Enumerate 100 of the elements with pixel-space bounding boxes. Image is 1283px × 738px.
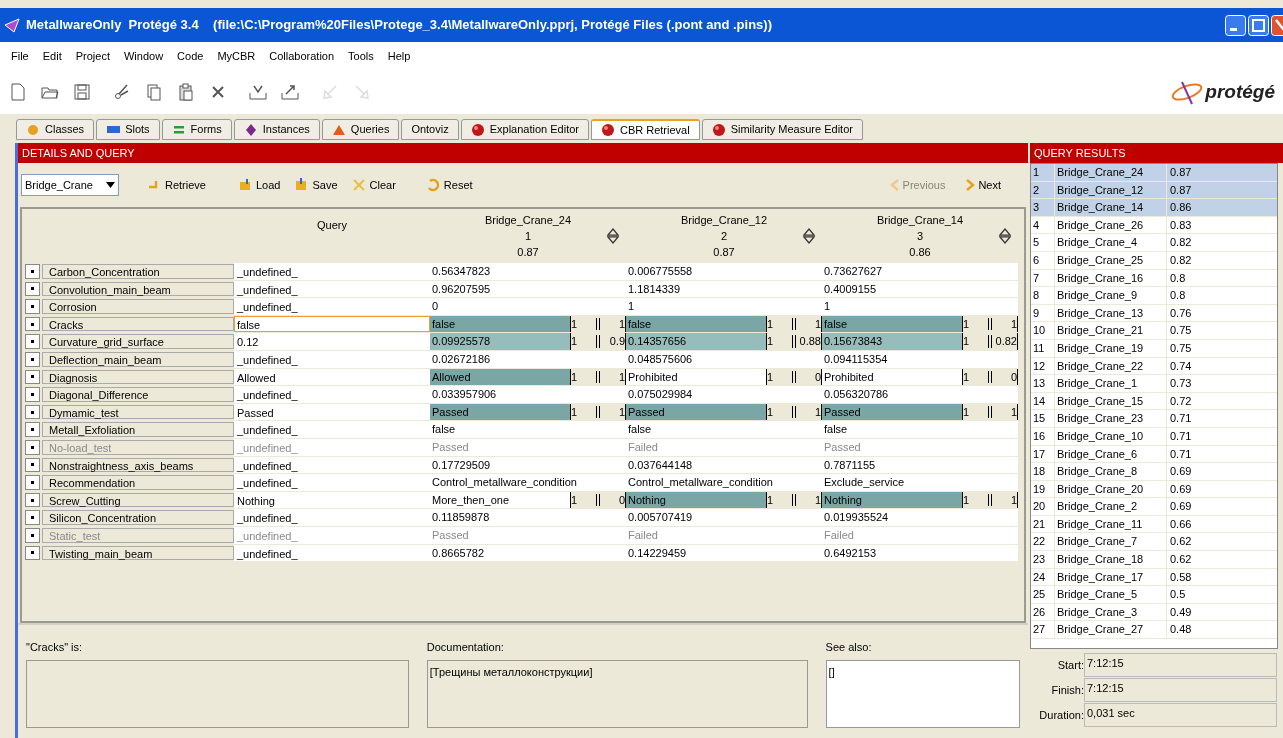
- sort-icon[interactable]: [606, 227, 620, 245]
- table-cell: 0.14357656: [626, 333, 766, 350]
- tab[interactable]: Forms: [161, 119, 232, 140]
- export-icon[interactable]: [280, 82, 300, 102]
- see-also-box[interactable]: []: [825, 659, 1020, 728]
- result-row[interactable]: 8 Bridge_Crane_9 0.8: [1031, 287, 1277, 305]
- result-rank: 23: [1031, 551, 1055, 568]
- result-rank: 19: [1031, 480, 1055, 498]
- result-score: 0.48: [1169, 622, 1192, 638]
- row-handle[interactable]: [25, 422, 40, 437]
- table-cell: 0.006775558: [626, 263, 822, 280]
- result-name: Bridge_Crane_9: [1055, 287, 1167, 304]
- result-name: Bridge_Crane_4: [1055, 234, 1167, 251]
- result-row[interactable]: 20 Bridge_Crane_2 0.69: [1031, 498, 1277, 516]
- row-handle[interactable]: [25, 316, 40, 332]
- result-row[interactable]: 1 Bridge_Crane_24 0.87: [1031, 164, 1277, 182]
- result-row[interactable]: 18 Bridge_Crane_8 0.69: [1031, 463, 1277, 481]
- clipboard-icon[interactable]: [176, 82, 196, 102]
- sort-icon[interactable]: [998, 227, 1012, 245]
- menu-item[interactable]: Edit: [37, 47, 67, 65]
- row-handle[interactable]: [25, 404, 40, 420]
- menu-item[interactable]: MyCBR: [212, 47, 261, 65]
- toolbar-button[interactable]: Load: [233, 174, 285, 196]
- result-rank: 5: [1031, 234, 1055, 251]
- result-row[interactable]: 10 Bridge_Crane_21 0.75: [1031, 322, 1277, 340]
- clear-icon: [351, 178, 366, 192]
- result-rank: 12: [1031, 357, 1055, 375]
- menu-item[interactable]: Tools: [343, 47, 379, 65]
- weight-value: 1: [766, 315, 792, 333]
- query-cell[interactable]: 0.12: [234, 333, 430, 350]
- next-button[interactable]: Next: [961, 174, 1005, 196]
- row-handle[interactable]: [25, 351, 40, 367]
- row-handle[interactable]: [25, 510, 40, 525]
- row-handle[interactable]: [25, 475, 40, 490]
- documentation-box[interactable]: [Трещины металлоконструкции]: [426, 659, 808, 728]
- query-cell[interactable]: _undefined_: [234, 474, 430, 491]
- row-handle[interactable]: [25, 439, 40, 455]
- row-handle[interactable]: [25, 334, 40, 349]
- slot-name: No-load_test: [42, 439, 234, 455]
- row-handle[interactable]: [25, 387, 40, 402]
- menu-item[interactable]: Window: [118, 47, 169, 65]
- row-handle[interactable]: [25, 492, 40, 508]
- menu-item[interactable]: Help: [382, 47, 416, 65]
- sort-icon[interactable]: [802, 227, 816, 245]
- result-row[interactable]: 22 Bridge_Crane_7 0.62: [1031, 533, 1277, 552]
- result-row[interactable]: 27 Bridge_Crane_27 0.48: [1031, 621, 1277, 640]
- query-cell[interactable]: _undefined_: [234, 509, 430, 526]
- close-icon[interactable]: [1271, 14, 1283, 36]
- result-row[interactable]: 23 Bridge_Crane_18 0.62: [1031, 551, 1277, 569]
- result-name: Bridge_Crane_26: [1055, 216, 1167, 234]
- result-row[interactable]: 3 Bridge_Crane_14 0.86: [1031, 199, 1277, 217]
- menu-item[interactable]: Project: [70, 47, 115, 65]
- result-score: 0.87: [1169, 165, 1192, 180]
- result-row[interactable]: 13 Bridge_Crane_1 0.73: [1031, 375, 1277, 393]
- tab[interactable]: Classes: [16, 119, 95, 140]
- tab[interactable]: Similarity Measure Editor: [701, 119, 863, 140]
- result-rank: 25: [1031, 586, 1055, 603]
- weight-value: 1: [962, 491, 988, 509]
- row-handle[interactable]: [25, 281, 40, 297]
- concept-dropdown[interactable]: Bridge_Crane: [21, 174, 119, 196]
- query-cell[interactable]: _undefined_: [234, 421, 430, 438]
- result-name: Bridge_Crane_3: [1055, 603, 1167, 621]
- query-cell[interactable]: _undefined_: [234, 298, 430, 315]
- row-handle[interactable]: [25, 299, 40, 314]
- tab[interactable]: Explanation Editor: [460, 119, 589, 140]
- toolbar-button[interactable]: Save: [290, 174, 342, 196]
- result-rank: 21: [1031, 515, 1055, 533]
- result-rank: 26: [1031, 603, 1055, 621]
- row-handle[interactable]: [25, 545, 40, 561]
- minimize-icon[interactable]: [1225, 14, 1246, 36]
- row-handle[interactable]: [25, 457, 40, 473]
- copy-icon[interactable]: [144, 82, 164, 102]
- tab[interactable]: Slots: [96, 119, 160, 140]
- query-cell[interactable]: _undefined_: [234, 386, 430, 403]
- result-rank: 7: [1031, 269, 1055, 287]
- row-handle[interactable]: [25, 369, 40, 385]
- result-row[interactable]: 25 Bridge_Crane_5 0.5: [1031, 586, 1277, 604]
- maximize-icon[interactable]: [1248, 14, 1269, 36]
- result-row[interactable]: 15 Bridge_Crane_23 0.71: [1031, 410, 1277, 428]
- menu-item[interactable]: File: [6, 47, 34, 65]
- tab[interactable]: Queries: [321, 119, 400, 140]
- toolbar-button[interactable]: Retrieve: [143, 174, 210, 196]
- result-score: 0.82: [1169, 235, 1192, 251]
- row-handle[interactable]: [25, 527, 40, 543]
- tab[interactable]: Ontoviz: [401, 119, 459, 140]
- toolbar-button[interactable]: Reset: [421, 174, 477, 196]
- menu-item[interactable]: Code: [172, 47, 209, 65]
- similarity-value: 0.82: [992, 333, 1018, 350]
- query-cell[interactable]: _undefined_: [234, 263, 430, 280]
- menu-item[interactable]: Collaboration: [264, 47, 340, 65]
- slot-name: Corrosion: [42, 299, 234, 314]
- tab[interactable]: CBR Retrieval: [590, 119, 700, 140]
- table-cell: 0.075029984: [626, 386, 822, 403]
- toolbar-button[interactable]: Clear: [347, 174, 400, 196]
- slot-name: Recommendation: [42, 475, 234, 490]
- tab[interactable]: Instances: [233, 119, 320, 140]
- weight-value: 1: [962, 315, 988, 333]
- result-row[interactable]: 5 Bridge_Crane_4 0.82: [1031, 234, 1277, 252]
- table-cell: false: [822, 421, 1018, 438]
- row-handle[interactable]: [25, 264, 40, 279]
